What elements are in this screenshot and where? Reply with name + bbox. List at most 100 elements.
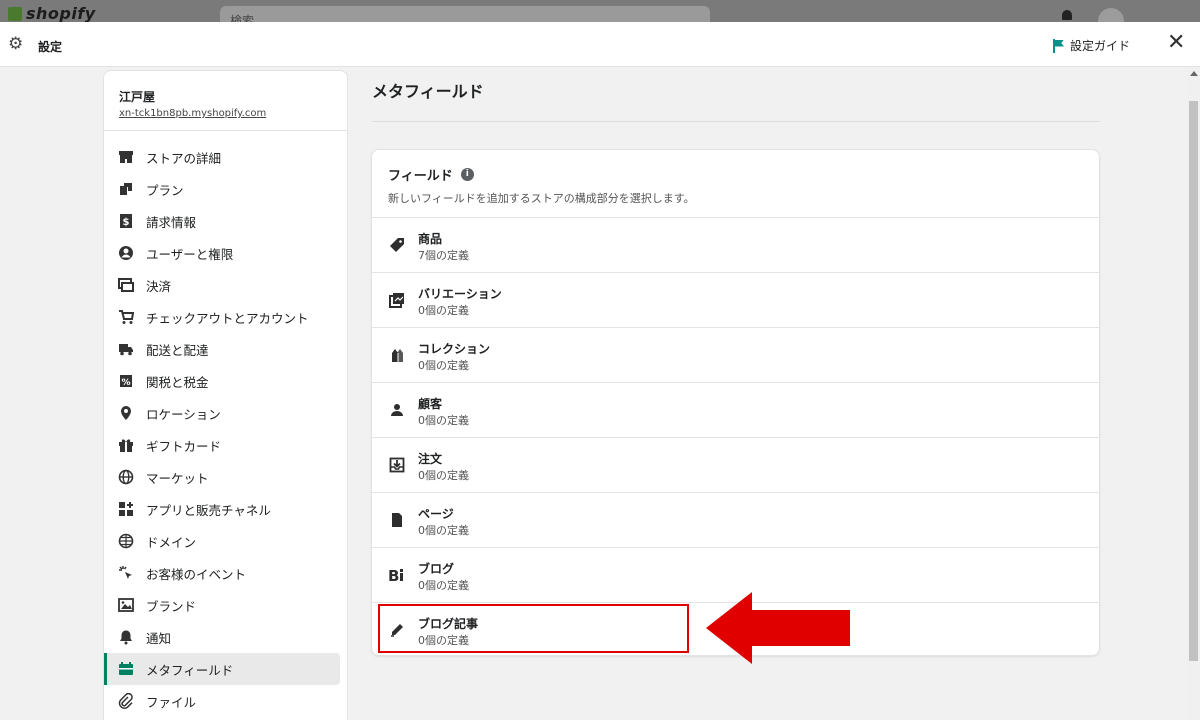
sidebar-item-label: ドメイン	[146, 534, 197, 550]
metafield-icon	[118, 661, 134, 677]
resource-name: ブログ	[418, 562, 455, 576]
resource-name: ページ	[418, 507, 454, 521]
definition-count: 0個の定義	[418, 469, 469, 482]
store-name: 江戸屋	[119, 90, 156, 104]
resource-row-products[interactable]: 商品 7個の定義	[372, 218, 1099, 273]
sidebar-item-gift-cards[interactable]: ギフトカード	[104, 429, 340, 461]
sidebar-item-domains[interactable]: ドメイン	[104, 525, 340, 557]
user-icon	[118, 245, 134, 261]
svg-text:%: %	[121, 378, 130, 388]
sidebar-item-label: 配送と配達	[146, 342, 209, 358]
apps-icon	[118, 501, 134, 517]
definition-count: 0個の定義	[418, 579, 469, 592]
search-placeholder: 検索	[230, 14, 255, 22]
sidebar-item-label: ブランド	[146, 598, 197, 614]
sidebar-item-notifications[interactable]: 通知	[104, 621, 340, 653]
customer-icon	[388, 401, 406, 419]
resource-row-orders[interactable]: 注文 0個の定義	[372, 438, 1099, 493]
sparkle-cursor-icon	[118, 565, 134, 581]
definition-count: 7個の定義	[418, 249, 469, 262]
arrow-annotation	[706, 592, 850, 664]
definition-count: 0個の定義	[418, 304, 469, 317]
variants-icon	[388, 291, 406, 309]
sidebar-item-label: 関税と税金	[146, 374, 209, 390]
card-subtitle: 新しいフィールドを追加するストアの構成部分を選択します。	[388, 192, 695, 205]
payment-icon	[118, 277, 134, 293]
sidebar-item-plan[interactable]: プラン	[104, 173, 340, 205]
globe-icon	[118, 469, 134, 485]
page-title: 設定	[38, 40, 63, 54]
divider	[372, 121, 1100, 122]
page-scrollbar[interactable]	[1187, 67, 1200, 720]
tag-icon	[388, 236, 406, 254]
resource-row-customers[interactable]: 顧客 0個の定義	[372, 383, 1099, 438]
sidebar-item-label: メタフィールド	[146, 662, 234, 678]
tax-icon: %	[118, 373, 134, 389]
svg-text:B: B	[388, 567, 399, 583]
sidebar-item-label: アプリと販売チャネル	[146, 502, 271, 518]
blog-icon: B	[388, 566, 406, 584]
sidebar-item-metafields[interactable]: メタフィールド	[104, 653, 340, 685]
sidebar-item-label: 請求情報	[146, 214, 197, 230]
paperclip-icon	[118, 693, 134, 709]
sidebar-item-store-details[interactable]: ストアの詳細	[104, 141, 340, 173]
scroll-up-arrow-icon[interactable]	[1190, 71, 1198, 76]
sidebar-item-customer-events[interactable]: お客様のイベント	[104, 557, 340, 589]
brand-icon	[118, 597, 134, 613]
sidebar-item-label: マーケット	[146, 470, 209, 486]
resource-row-pages[interactable]: ページ 0個の定義	[372, 493, 1099, 548]
svg-text:$: $	[123, 217, 130, 228]
flag-icon	[1052, 38, 1064, 53]
close-icon[interactable]: ✕	[1167, 32, 1185, 54]
section-title: メタフィールド	[372, 82, 484, 101]
resource-row-collections[interactable]: コレクション 0個の定義	[372, 328, 1099, 383]
sidebar-item-users[interactable]: ユーザーと権限	[104, 237, 340, 269]
billing-icon: $	[118, 213, 134, 229]
store-icon	[118, 149, 134, 165]
resource-name: 注文	[418, 452, 443, 466]
setup-guide-button[interactable]: 設定ガイド	[1052, 37, 1130, 54]
definition-count: 0個の定義	[418, 359, 469, 372]
store-url-link[interactable]: xn-tck1bn8pb.myshopify.com	[119, 108, 332, 119]
definition-count: 0個の定義	[418, 414, 469, 427]
fields-card: フィールド i 新しいフィールドを追加するストアの構成部分を選択します。 商品 7…	[371, 149, 1100, 656]
info-icon[interactable]: i	[460, 168, 474, 181]
sidebar-item-brand[interactable]: ブランド	[104, 589, 340, 621]
shopify-logo: shopify	[8, 4, 96, 22]
plan-icon	[118, 181, 134, 197]
sidebar-item-label: ロケーション	[146, 406, 221, 422]
sidebar-item-label: ユーザーと権限	[146, 246, 234, 262]
page-icon	[388, 511, 406, 529]
sidebar-item-label: ファイル	[146, 694, 197, 710]
bell-icon	[118, 629, 134, 645]
sidebar-item-label: チェックアウトとアカウント	[146, 310, 309, 326]
sidebar-item-locations[interactable]: ロケーション	[104, 397, 340, 429]
sidebar-item-shipping[interactable]: 配送と配達	[104, 333, 340, 365]
sidebar-item-label: お客様のイベント	[146, 566, 247, 582]
sidebar-item-label: 通知	[146, 630, 172, 646]
sidebar-item-taxes[interactable]: % 関税と税金	[104, 365, 340, 397]
sidebar-item-checkout[interactable]: チェックアウトとアカウント	[104, 301, 340, 333]
sidebar-item-files[interactable]: ファイル	[104, 685, 340, 717]
sidebar-item-label: ストアの詳細	[146, 150, 222, 166]
gear-icon: ⚙	[8, 34, 24, 54]
bell-icon	[1062, 10, 1072, 20]
highlight-annotation	[378, 604, 689, 653]
card-title-text: フィールド	[388, 169, 453, 184]
scrollbar-thumb[interactable]	[1189, 101, 1198, 661]
order-icon	[388, 456, 406, 474]
location-pin-icon	[118, 405, 134, 421]
settings-sidebar: 江戸屋 xn-tck1bn8pb.myshopify.com ストアの詳細 プラ…	[103, 70, 348, 720]
setup-guide-label: 設定ガイド	[1070, 39, 1131, 53]
sidebar-item-payments[interactable]: 決済	[104, 269, 340, 301]
gift-icon	[118, 437, 134, 453]
admin-topbar: shopify 検索	[0, 0, 1200, 22]
sidebar-item-label: プラン	[146, 182, 184, 198]
resource-name: 商品	[418, 232, 443, 246]
resource-row-variants[interactable]: バリエーション 0個の定義	[372, 273, 1099, 328]
truck-icon	[118, 341, 134, 357]
sidebar-item-markets[interactable]: マーケット	[104, 461, 340, 493]
sidebar-item-billing[interactable]: $ 請求情報	[104, 205, 340, 237]
sidebar-item-label: ギフトカード	[146, 438, 222, 454]
sidebar-item-apps[interactable]: アプリと販売チャネル	[104, 493, 340, 525]
